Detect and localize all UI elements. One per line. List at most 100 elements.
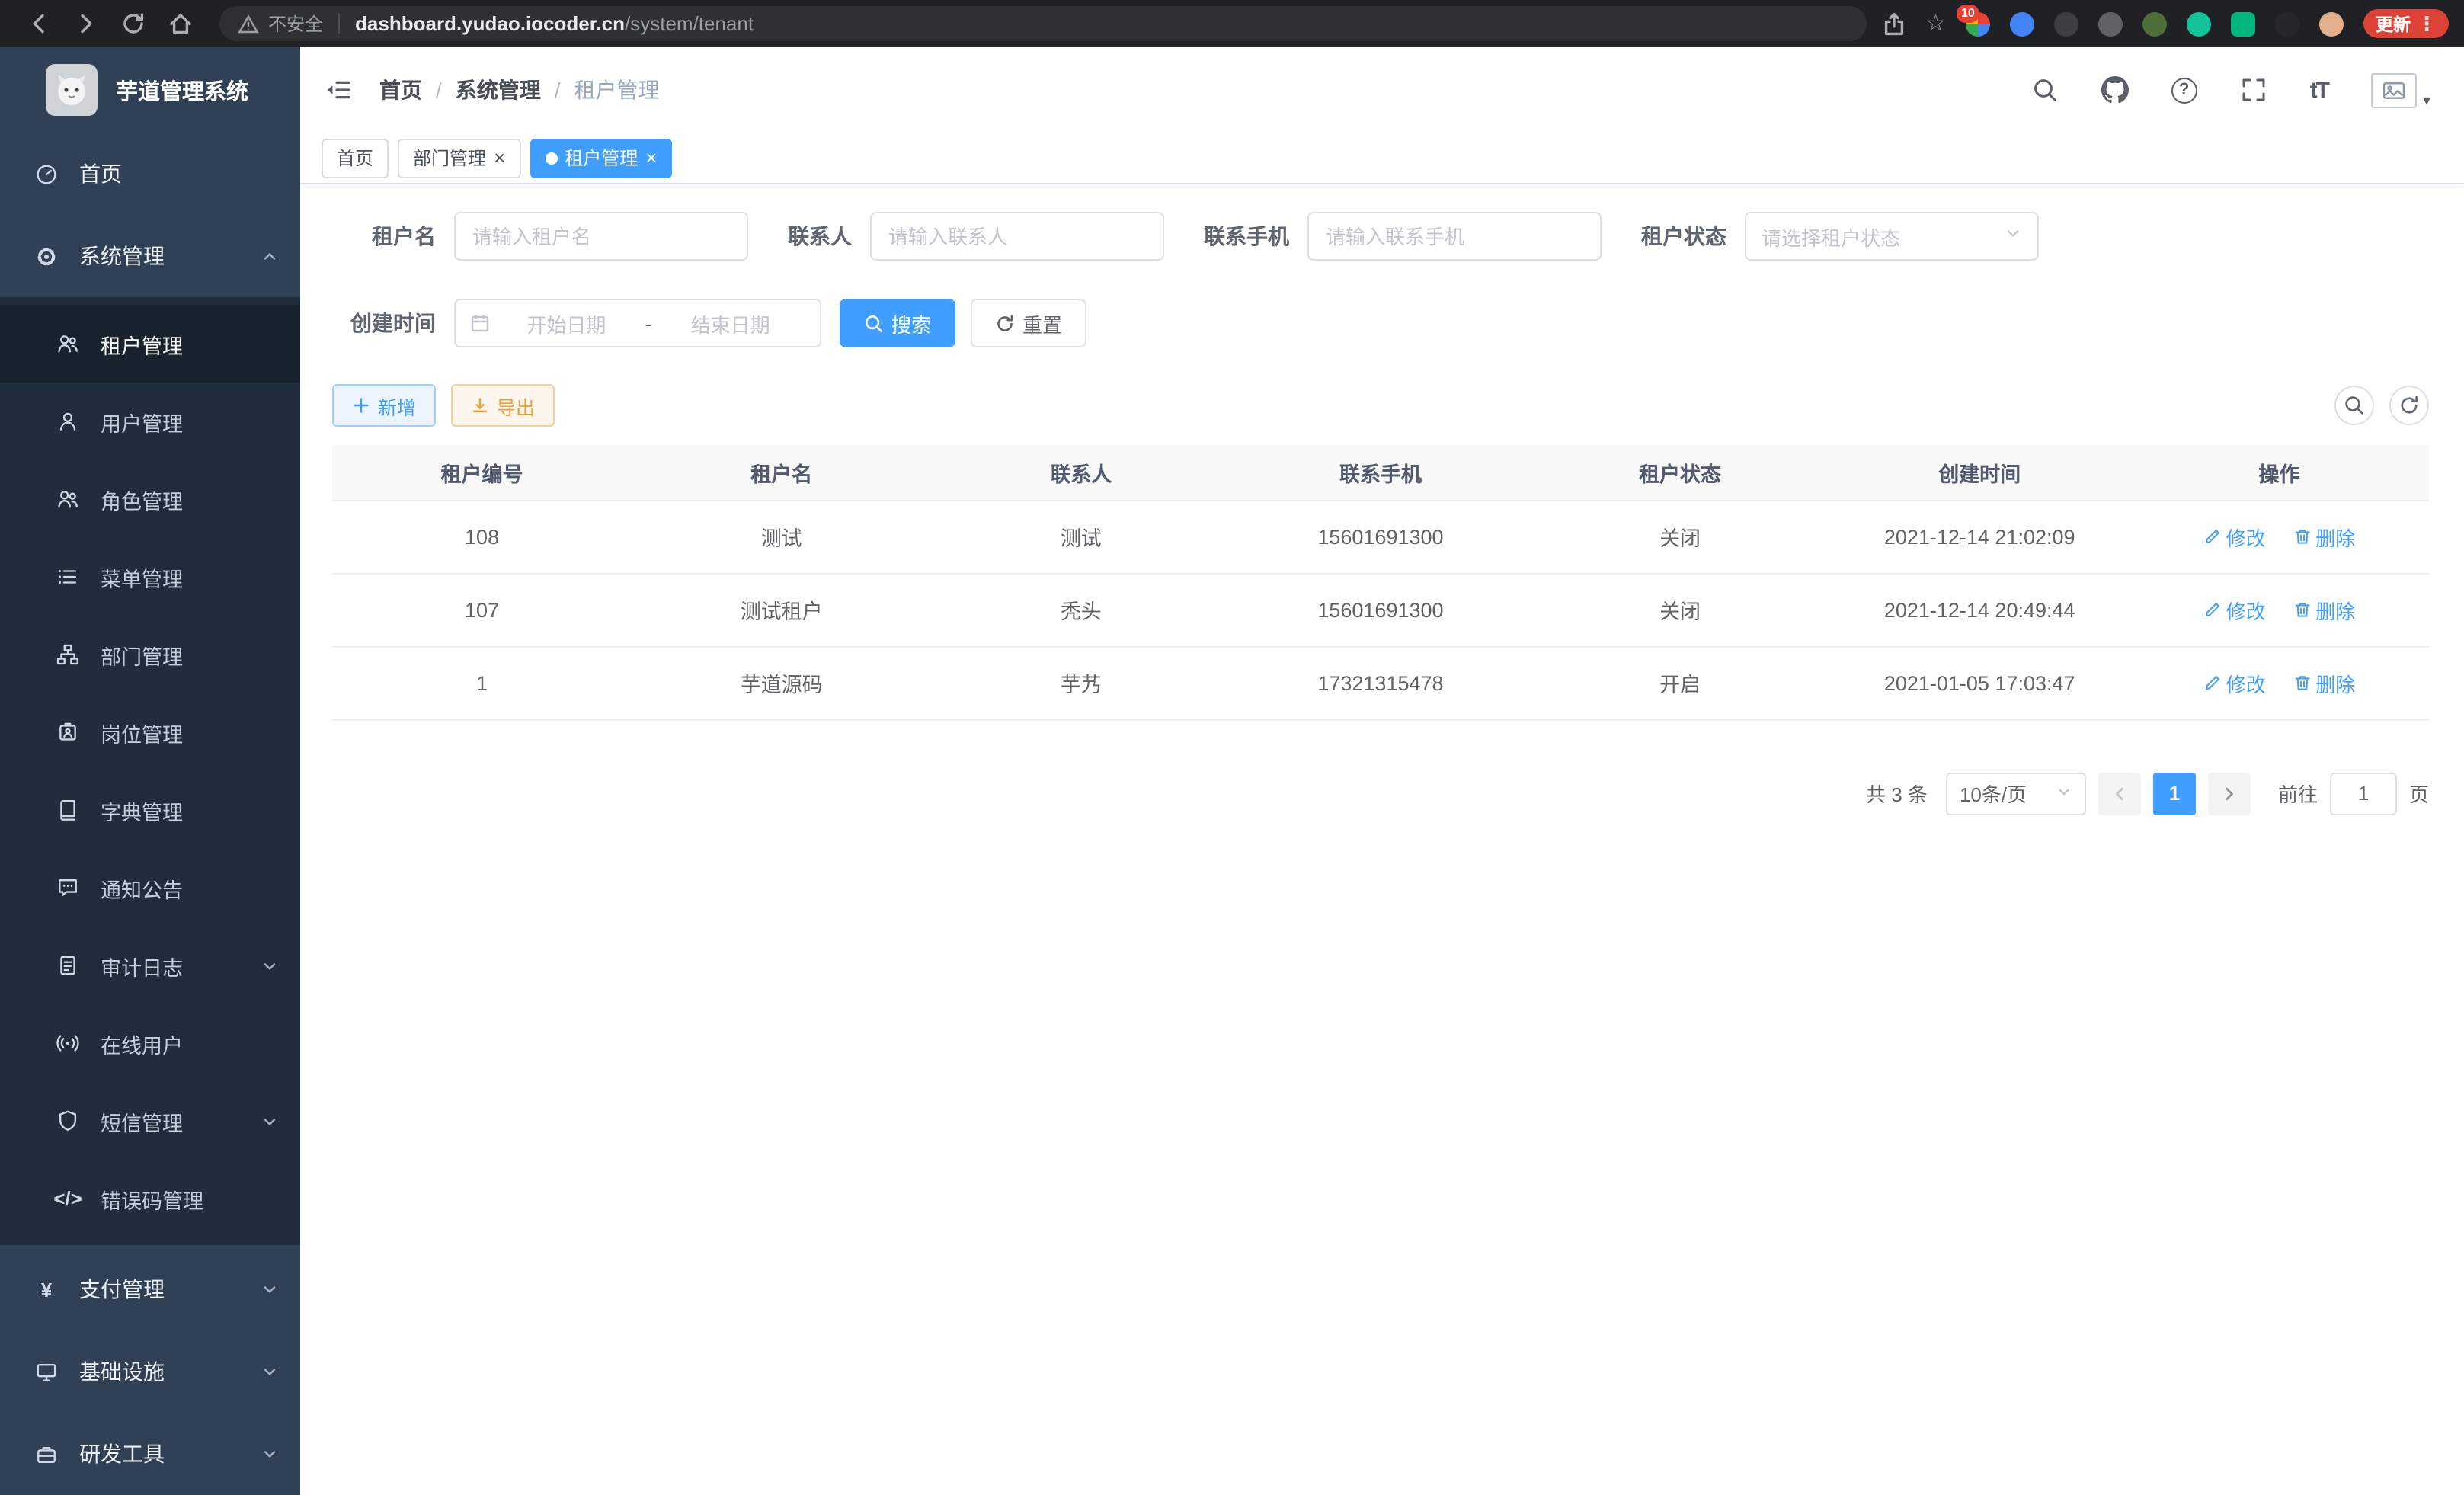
- edit-link[interactable]: 修改: [2203, 522, 2266, 551]
- sidebar-item-label: 角色管理: [101, 484, 183, 514]
- share-icon[interactable]: [1881, 11, 1906, 36]
- sidebar-item-user-management[interactable]: 用户管理: [0, 383, 300, 460]
- extension-icon-green-check[interactable]: [2187, 11, 2211, 36]
- col-actions: 操作: [2130, 445, 2429, 500]
- security-chip[interactable]: 不安全: [238, 11, 323, 37]
- url-host: dashboard.yudao.iocoder.cn: [355, 12, 625, 35]
- toolbar-search-toggle-button[interactable]: [2334, 386, 2374, 425]
- browser-home-icon[interactable]: [168, 11, 194, 37]
- app-window: 芋道管理系统 首页 系统管理 租户管理 用户管理: [0, 47, 2464, 1495]
- sidebar-item-dict-management[interactable]: 字典管理: [0, 771, 300, 849]
- sidebar-item-audit-log[interactable]: 审计日志: [0, 927, 300, 1004]
- col-tenant-id: 租户编号: [332, 445, 632, 500]
- user-icon: [55, 410, 81, 433]
- page-number-current[interactable]: 1: [2153, 772, 2196, 815]
- tab-close-icon[interactable]: ×: [645, 148, 657, 168]
- sidebar-item-tenant-management[interactable]: 租户管理: [0, 305, 300, 383]
- extension-icon-gray[interactable]: [2098, 11, 2123, 36]
- export-button[interactable]: 导出: [451, 384, 555, 427]
- tags-view-bar: 首页 部门管理 × 租户管理 ×: [300, 133, 2464, 184]
- sidebar-groups: ¥ 支付管理 基础设施 研发工具: [0, 1248, 300, 1495]
- table-header-row: 租户编号 租户名 联系人 联系手机 租户状态 创建时间 操作: [332, 445, 2429, 500]
- breadcrumb-item-system[interactable]: 系统管理: [456, 75, 541, 105]
- sidebar-collapse-icon[interactable]: [325, 76, 352, 104]
- table-row: 1 芋道源码 芋艿 17321315478 开启 2021-01-05 17:0…: [332, 646, 2429, 719]
- tab-tenant-management[interactable]: 租户管理 ×: [530, 138, 672, 178]
- search-button[interactable]: 搜索: [840, 299, 955, 347]
- search-icon[interactable]: [2031, 76, 2059, 104]
- tab-dept-management[interactable]: 部门管理 ×: [398, 138, 520, 178]
- user-avatar-menu[interactable]: ▾: [2371, 72, 2430, 107]
- sidebar-item-notice[interactable]: 通知公告: [0, 849, 300, 927]
- github-icon[interactable]: [2101, 76, 2129, 104]
- filter-row-2: 创建时间 开始日期 - 结束日期 搜索 重置: [332, 299, 2429, 347]
- extension-icon-colorful[interactable]: 10: [1966, 11, 1990, 36]
- document-icon: [55, 954, 81, 977]
- browser-update-button[interactable]: 更新 ⋮: [2363, 9, 2449, 38]
- tab-home[interactable]: 首页: [322, 138, 389, 178]
- sidebar-item-infrastructure[interactable]: 基础设施: [0, 1330, 300, 1413]
- browser-back-icon[interactable]: [26, 11, 52, 37]
- sidebar-item-online-users[interactable]: 在线用户: [0, 1004, 300, 1082]
- bookmark-star-icon[interactable]: ☆: [1925, 12, 1946, 35]
- reset-button[interactable]: 重置: [971, 299, 1086, 347]
- cell-created: 2021-12-14 20:49:44: [1830, 573, 2130, 646]
- sidebar-item-dev-tools[interactable]: 研发工具: [0, 1413, 300, 1495]
- sidebar-item-error-code[interactable]: </> 错误码管理: [0, 1160, 300, 1237]
- sidebar-item-role-management[interactable]: 角色管理: [0, 460, 300, 538]
- avatar-broken-image: [2371, 72, 2417, 107]
- help-icon[interactable]: ?: [2171, 77, 2197, 103]
- edit-link[interactable]: 修改: [2203, 668, 2266, 697]
- toolbar-refresh-button[interactable]: [2389, 386, 2429, 425]
- extension-icon-tan[interactable]: [2319, 11, 2344, 36]
- cell-contact: 测试: [931, 500, 1230, 573]
- browser-forward-icon[interactable]: [73, 11, 99, 37]
- extension-icon-black[interactable]: [2275, 11, 2299, 36]
- sidebar-item-system-management[interactable]: 系统管理: [0, 215, 300, 297]
- phone-label: 联系手机: [1204, 221, 1289, 251]
- prev-page-button[interactable]: [2098, 772, 2141, 815]
- sidebar-item-menu-management[interactable]: 菜单管理: [0, 538, 300, 616]
- sidebar-item-sms-management[interactable]: 短信管理: [0, 1082, 300, 1160]
- date-range-picker[interactable]: 开始日期 - 结束日期: [454, 299, 821, 347]
- extension-icon-green-chat[interactable]: [2231, 11, 2255, 36]
- filter-phone: 联系手机: [1204, 212, 1602, 261]
- browser-reload-icon[interactable]: [120, 11, 146, 37]
- breadcrumb-item-current: 租户管理: [574, 75, 660, 105]
- cell-name: 测试租户: [632, 573, 931, 646]
- app-logo[interactable]: 芋道管理系统: [0, 47, 300, 133]
- sidebar-item-home[interactable]: 首页: [0, 133, 300, 215]
- address-bar[interactable]: 不安全 dashboard.yudao.iocoder.cn/system/te…: [219, 6, 1866, 41]
- extension-icon-olive[interactable]: [2142, 11, 2167, 36]
- sidebar-item-post-management[interactable]: 岗位管理: [0, 693, 300, 771]
- sidebar-item-label: 系统管理: [79, 241, 165, 271]
- edit-link[interactable]: 修改: [2203, 595, 2266, 624]
- sidebar-item-label: 在线用户: [101, 1028, 183, 1058]
- col-phone: 联系手机: [1230, 445, 1530, 500]
- pagination-total: 共 3 条: [1866, 779, 1928, 808]
- browser-chrome: 不安全 dashboard.yudao.iocoder.cn/system/te…: [0, 0, 2464, 47]
- tab-close-icon[interactable]: ×: [494, 148, 505, 168]
- extension-icon-dark[interactable]: [2054, 11, 2078, 36]
- tenant-name-input[interactable]: [454, 212, 748, 261]
- delete-link[interactable]: 删除: [2293, 522, 2355, 551]
- plus-icon: [352, 396, 370, 415]
- chat-bubble-icon: [55, 876, 81, 899]
- next-page-button[interactable]: [2208, 772, 2251, 815]
- extension-icon-blue[interactable]: [2010, 11, 2034, 36]
- contact-input[interactable]: [870, 212, 1164, 261]
- phone-input[interactable]: [1307, 212, 1602, 261]
- sidebar-item-payment[interactable]: ¥ 支付管理: [0, 1248, 300, 1330]
- fullscreen-icon[interactable]: [2240, 76, 2267, 104]
- add-button[interactable]: 新增: [332, 384, 436, 427]
- sidebar-item-dept-management[interactable]: 部门管理: [0, 616, 300, 693]
- font-size-icon[interactable]: tT: [2310, 77, 2328, 103]
- goto-page-input[interactable]: [2330, 772, 2397, 815]
- page-size-select[interactable]: 10条/页: [1946, 772, 2086, 815]
- breadcrumb-item-home[interactable]: 首页: [379, 75, 422, 105]
- top-navbar: 首页 / 系统管理 / 租户管理 ? tT ▾: [300, 47, 2464, 133]
- delete-link[interactable]: 删除: [2293, 668, 2355, 697]
- delete-link[interactable]: 删除: [2293, 595, 2355, 624]
- status-select[interactable]: 请选择租户状态: [1745, 212, 2039, 261]
- col-contact: 联系人: [931, 445, 1230, 500]
